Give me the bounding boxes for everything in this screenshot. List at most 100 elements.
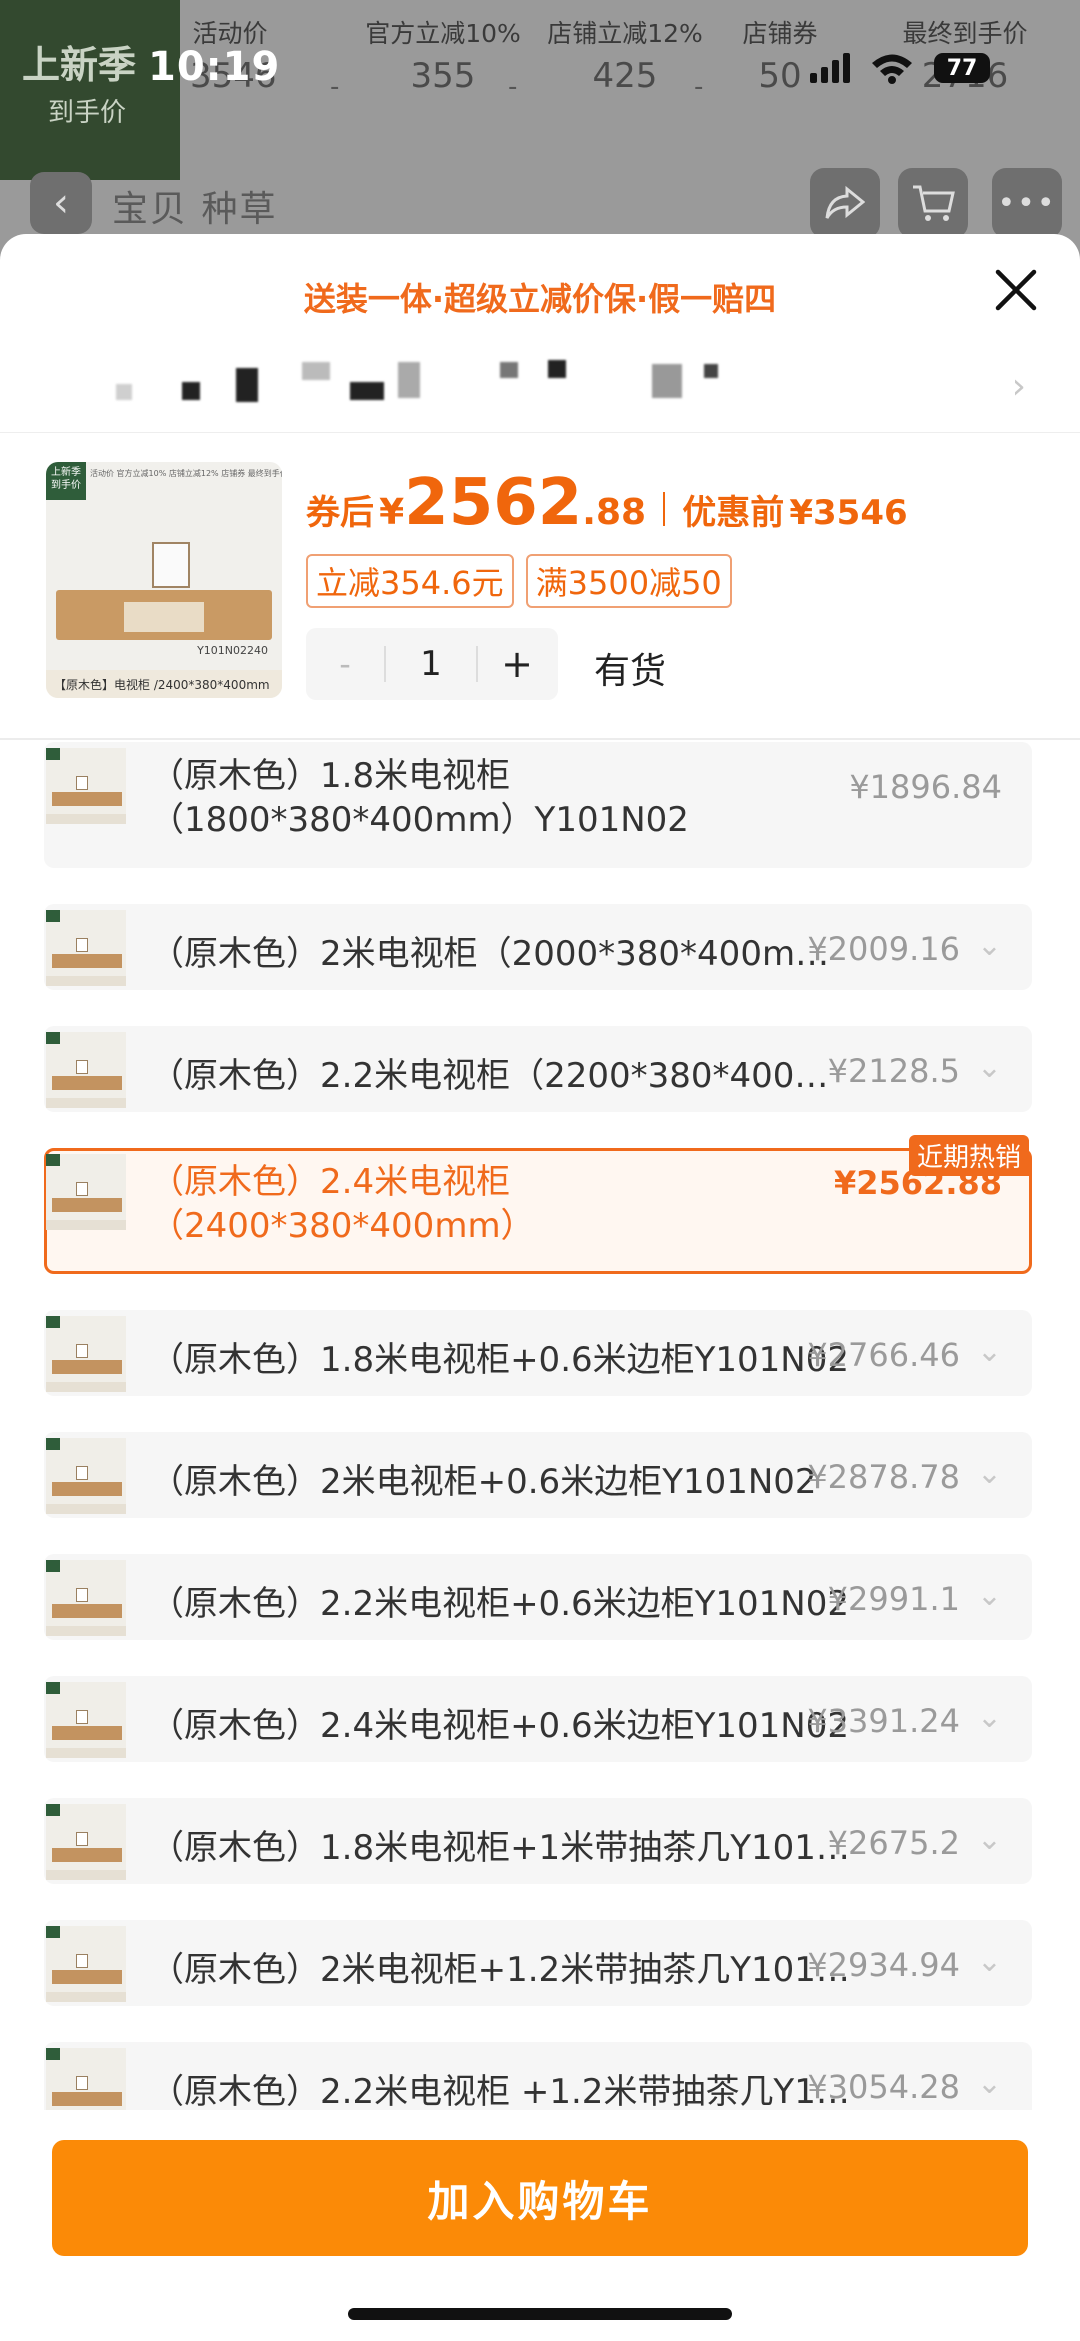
option-name: （原木色）2.2米电视柜 +1.2米带抽茶几Y101N02	[150, 2072, 860, 2110]
option-thumbnail	[46, 1032, 126, 1108]
option-price: ¥2878.78	[807, 1458, 960, 1496]
cellular-signal-icon	[810, 53, 850, 83]
option-name: （原木色）2.4米电视柜+0.6米边柜Y101N02	[150, 1706, 849, 1746]
increment-button[interactable]: +	[478, 642, 556, 686]
chevron-down-icon[interactable]: ⌄	[977, 1578, 1002, 1613]
thumbnail-caption: 【原木色】电视柜 /2400*380*400mm	[46, 670, 282, 698]
cart-button[interactable]	[898, 168, 968, 238]
option-name: （原木色）2.4米电视柜（2400*380*400mm）	[150, 1162, 535, 1246]
option-name: （原木色）2.2米电视柜（2200*380*400mm）	[150, 1056, 860, 1096]
discount-tags: 立减354.6元 满3500减50	[306, 554, 732, 608]
option-name: （原木色）1.8米电视柜+1米带抽茶几Y101N02	[150, 1828, 860, 1868]
quantity-stepper: - 1 +	[306, 628, 558, 700]
stock-status: 有货	[594, 651, 667, 692]
sku-option[interactable]: （原木色）2.2米电视柜（2200*380*400mm） ¥2128.5 ⌄	[44, 1026, 1032, 1112]
product-summary: 上新季 到手价 活动价 官方立减10% 店铺立减12% 店铺券 最终到手价 Y1…	[0, 462, 1080, 722]
sku-option[interactable]: （原木色）2.2米电视柜 +1.2米带抽茶几Y101N02 ¥3054.28 ⌄	[44, 2042, 1032, 2110]
option-price: ¥2128.5	[827, 1052, 960, 1090]
share-icon	[825, 185, 865, 219]
sku-option[interactable]: （原木色）2.2米电视柜+0.6米边柜Y101N02 ¥2991.1 ⌄	[44, 1554, 1032, 1640]
thumbnail-price-strip: 活动价 官方立减10% 店铺立减12% 店铺券 最终到手价	[90, 469, 282, 478]
wifi-icon	[872, 54, 912, 84]
minus-separator: -	[508, 72, 518, 102]
divider	[0, 432, 1080, 433]
hot-sale-badge: 近期热销	[908, 1135, 1029, 1176]
option-price: ¥2009.16	[807, 930, 960, 968]
chevron-right-icon: ›	[1011, 366, 1026, 407]
option-name: （原木色）2米电视柜（2000*380*400mm）	[150, 934, 860, 974]
option-price: ¥3391.24	[807, 1702, 960, 1740]
price-integer: 2562	[404, 466, 583, 540]
option-thumbnail	[46, 748, 126, 824]
divider	[0, 738, 1080, 740]
minus-separator: -	[330, 72, 340, 102]
status-icons: 77	[810, 52, 990, 84]
sku-option[interactable]: （原木色）1.8米电视柜+0.6米边柜Y101N02 ¥2766.46 ⌄	[44, 1310, 1032, 1396]
option-name: （原木色）2.2米电视柜+0.6米边柜Y101N02	[150, 1584, 849, 1624]
price-label: 券后	[306, 493, 374, 533]
option-name: （原木色）1.8米电视柜（1800*380*400mm）Y101N02	[150, 756, 689, 840]
discount-tag: 满3500减50	[525, 554, 732, 608]
home-indicator	[348, 2308, 732, 2320]
back-button[interactable]: ‹	[30, 172, 92, 234]
sku-option[interactable]: （原木色）2米电视柜+1.2米带抽茶几Y101N02 ¥2934.94 ⌄	[44, 1920, 1032, 2006]
option-thumbnail	[46, 1804, 126, 1880]
chevron-down-icon[interactable]: ⌄	[977, 1334, 1002, 1369]
sku-option-list[interactable]: （原木色）1.8米电视柜（1800*380*400mm）Y101N02 ¥189…	[44, 742, 1032, 2110]
chevron-down-icon[interactable]: ⌄	[977, 928, 1002, 963]
more-button[interactable]: •••	[992, 168, 1062, 238]
price-col-head: 官方立减10%	[365, 19, 521, 48]
add-to-cart-button[interactable]: 加入购物车	[52, 2140, 1028, 2256]
price-col-head: 最终到手价	[902, 19, 1028, 48]
thumbnail-frame-art	[152, 542, 190, 588]
nav-tabs[interactable]: 宝贝 种草	[112, 180, 277, 232]
option-price: ¥2934.94	[807, 1946, 960, 1984]
sku-option[interactable]: （原木色）1.8米电视柜+1米带抽茶几Y101N02 ¥2675.2 ⌄	[44, 1798, 1032, 1884]
chevron-down-icon[interactable]: ⌄	[977, 2066, 1002, 2101]
sku-option[interactable]: （原木色）2米电视柜（2000*380*400mm） ¥2009.16 ⌄	[44, 904, 1032, 990]
close-icon[interactable]	[990, 264, 1042, 316]
sku-selection-sheet: 送装一体·超级立减价保·假一赔四 › 上新季 到手价 活动价 官方立减10% 店…	[0, 234, 1080, 2341]
option-price: ¥3054.28	[807, 2068, 960, 2106]
cart-icon	[913, 185, 955, 221]
sku-option[interactable]: （原木色）2米电视柜+0.6米边柜Y101N02 ¥2878.78 ⌄	[44, 1432, 1032, 1518]
battery-icon: 77	[934, 53, 990, 83]
price-currency: ¥	[379, 492, 405, 533]
option-thumbnail	[46, 910, 126, 986]
price-col-head: 店铺立减12%	[547, 19, 703, 48]
chevron-down-icon[interactable]: ⌄	[977, 1456, 1002, 1491]
thumbnail-badge: 上新季 到手价	[46, 462, 86, 500]
promo-badge-line1: 上新季	[22, 43, 137, 87]
price-line: 券后 ¥2562.88 优惠前 ¥3546	[306, 466, 908, 540]
sku-option-selected[interactable]: （原木色）2.4米电视柜（2400*380*400mm） ¥2562.88 近期…	[44, 1135, 1032, 1274]
option-name: （原木色）1.8米电视柜+0.6米边柜Y101N02	[150, 1340, 849, 1380]
service-banner: 送装一体·超级立减价保·假一赔四	[303, 280, 777, 318]
sku-option[interactable]: （原木色）1.8米电视柜（1800*380*400mm）Y101N02 ¥189…	[44, 742, 1032, 868]
quantity-value[interactable]: 1	[386, 644, 476, 684]
option-price: ¥2991.1	[827, 1580, 960, 1618]
chevron-down-icon[interactable]: ⌄	[977, 1700, 1002, 1735]
option-price: ¥2675.2	[827, 1824, 960, 1862]
status-time: 10:19	[148, 44, 281, 90]
option-thumbnail	[46, 1154, 126, 1230]
price-decimal: .88	[582, 492, 647, 533]
chevron-down-icon[interactable]: ⌄	[977, 1050, 1002, 1085]
thumbnail-cabinet-drawer	[124, 602, 204, 632]
product-thumbnail[interactable]: 上新季 到手价 活动价 官方立减10% 店铺立减12% 店铺券 最终到手价 Y1…	[46, 462, 282, 698]
option-thumbnail	[46, 1438, 126, 1514]
share-button[interactable]	[810, 168, 880, 238]
option-price: ¥1896.84	[849, 768, 1002, 806]
option-thumbnail	[46, 1316, 126, 1392]
sku-option[interactable]: （原木色）2.4米电视柜+0.6米边柜Y101N02 ¥3391.24 ⌄	[44, 1676, 1032, 1762]
option-thumbnail	[46, 1560, 126, 1636]
option-price: ¥2766.46	[807, 1336, 960, 1374]
discount-tag: 立减354.6元	[306, 554, 514, 608]
decrement-button[interactable]: -	[306, 645, 384, 683]
original-price: ¥3546	[789, 493, 908, 533]
address-row[interactable]: ›	[40, 352, 1040, 422]
chevron-down-icon[interactable]: ⌄	[977, 1822, 1002, 1857]
chevron-down-icon[interactable]: ⌄	[977, 1944, 1002, 1979]
price-col: 店铺立减12% 425	[530, 14, 720, 96]
more-icon: •••	[997, 185, 1057, 221]
option-thumbnail	[46, 1682, 126, 1758]
